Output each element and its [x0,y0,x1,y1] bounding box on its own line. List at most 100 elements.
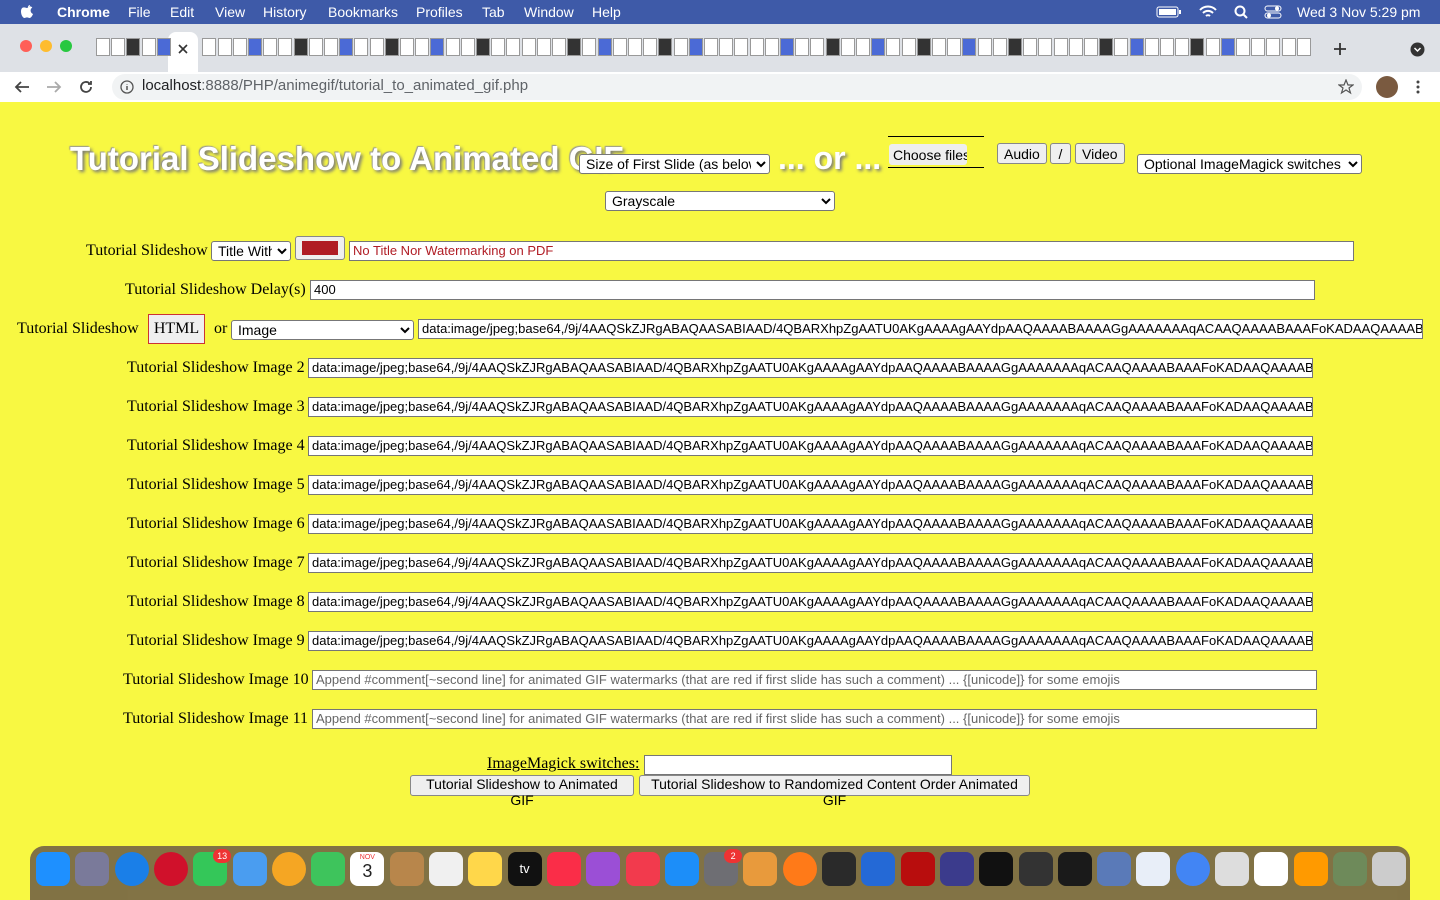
more-menu-icon[interactable] [1414,79,1422,95]
tab-favicon[interactable] [1251,38,1265,56]
news-icon[interactable] [625,852,660,886]
gimp-icon[interactable] [1018,852,1053,886]
tab-favicon[interactable] [294,38,308,56]
tab-favicon[interactable] [111,38,125,56]
wifi-icon[interactable] [1199,5,1217,19]
info-icon[interactable] [120,80,134,94]
tab-favicon[interactable] [1190,38,1204,56]
tab-favicon[interactable] [567,38,581,56]
tab-favicon[interactable] [1054,38,1068,56]
tab-active[interactable] [168,32,198,72]
chrome-icon[interactable] [1175,852,1210,886]
tab-favicon[interactable] [582,38,596,56]
messages-icon[interactable]: 13 [193,849,232,886]
image-row-input[interactable]: data:image/jpeg;base64,/9j/4AAQSkZJRgABA… [308,553,1313,573]
textedit-icon[interactable] [1215,852,1249,886]
menu-profiles[interactable]: Profiles [416,4,463,20]
tab-favicon[interactable] [932,38,946,56]
tab-favicon[interactable] [1206,38,1220,56]
paint-icon[interactable] [743,852,778,886]
tab-favicon[interactable] [324,38,338,56]
battery-icon[interactable] [1156,5,1182,19]
tab-favicon[interactable] [1175,38,1189,56]
tab-favicon[interactable] [1145,38,1159,56]
size-select[interactable]: Size of First Slide (as below) [579,154,770,174]
tab-favicon[interactable] [1297,38,1311,56]
gimp-small-icon[interactable] [1332,852,1367,886]
bbedit-icon[interactable] [939,852,974,886]
trash-icon[interactable] [1372,852,1407,886]
menu-bookmarks[interactable]: Bookmarks [328,4,398,20]
tab-favicon[interactable] [810,38,824,56]
tab-favicon[interactable] [750,38,764,56]
zoom-window-button[interactable] [60,40,72,52]
tab-favicon[interactable] [613,38,627,56]
tab-favicon[interactable] [993,38,1007,56]
image-row-input-empty[interactable]: Append #comment[~second line] for animat… [312,709,1317,729]
calculator-icon[interactable] [822,852,856,886]
firefox-icon[interactable] [782,852,817,886]
imagemagick-switches-select[interactable]: Optional ImageMagick switches ... [1137,154,1362,174]
tab-favicon[interactable] [446,38,460,56]
reminders-icon[interactable] [429,852,463,886]
menu-clock[interactable]: Wed 3 Nov 5:29 pm [1297,4,1420,20]
tab-favicon[interactable] [947,38,961,56]
image-row-input[interactable]: data:image/jpeg;base64,/9j/4AAQSkZJRgABA… [308,514,1313,534]
tab-favicon[interactable] [218,38,232,56]
slash-button[interactable]: / [1050,143,1071,164]
menu-file[interactable]: File [128,4,151,20]
title-text-input[interactable]: No Title Nor Watermarking on PDF [349,241,1354,261]
tab-favicon[interactable] [765,38,779,56]
tab-favicon[interactable] [461,38,475,56]
tab-favicon[interactable] [1282,38,1296,56]
notes-icon[interactable] [468,852,503,886]
tab-favicon[interactable] [430,38,444,56]
tab-favicon[interactable] [1069,38,1083,56]
menu-tab[interactable]: Tab [482,4,505,20]
tab-favicon[interactable] [917,38,931,56]
tab-favicon[interactable] [339,38,353,56]
tab-favicon[interactable] [522,38,536,56]
finder-icon[interactable] [36,852,70,886]
tab-favicon[interactable] [491,38,505,56]
tab-search-icon[interactable] [1410,42,1425,57]
tab-favicon[interactable] [309,38,323,56]
minimize-window-button[interactable] [40,40,52,52]
tab-favicon[interactable] [370,38,384,56]
tab-favicon[interactable] [902,38,916,56]
profile-avatar[interactable] [1376,76,1398,98]
tab-favicon[interactable] [1221,38,1235,56]
tab-favicon[interactable] [780,38,794,56]
tab-favicon[interactable] [537,38,551,56]
contacts-icon[interactable] [389,852,424,886]
image-row-input[interactable]: data:image/jpeg;base64,/9j/4AAQSkZJRgABA… [308,397,1313,417]
tab-favicon[interactable] [552,38,566,56]
tab-favicon[interactable] [704,38,718,56]
photos-icon[interactable] [271,852,306,886]
menu-help[interactable]: Help [592,4,621,20]
image-row-input[interactable]: data:image/jpeg;base64,/9j/4AAQSkZJRgABA… [308,631,1313,651]
video-button[interactable]: Video [1075,143,1125,164]
tab-favicon[interactable] [978,38,992,56]
tab-favicon[interactable] [598,38,612,56]
choose-files-button[interactable]: Choose files [889,144,967,165]
tab-favicon[interactable] [233,38,247,56]
tab-favicon[interactable] [841,38,855,56]
tab-favicon[interactable] [1130,38,1144,56]
tab-favicon[interactable] [202,38,216,56]
bookmark-star-icon[interactable] [1338,79,1354,95]
mobile-icon[interactable] [1136,852,1171,886]
image-row-input-empty[interactable]: Append #comment[~second line] for animat… [312,670,1317,690]
xcode-icon[interactable] [861,852,896,886]
delay-input[interactable]: 400 [310,280,1315,300]
tab-favicon[interactable] [658,38,672,56]
tab-favicon[interactable] [1023,38,1037,56]
menu-edit[interactable]: Edit [170,4,194,20]
image-row-input[interactable]: data:image/jpeg;base64,/9j/4AAQSkZJRgABA… [308,358,1313,378]
tab-favicon[interactable] [856,38,870,56]
html-button[interactable]: HTML [148,314,205,344]
effect-select[interactable]: Grayscale [605,191,835,211]
image-row-input[interactable]: data:image/jpeg;base64,/9j/4AAQSkZJRgABA… [308,592,1313,612]
tab-favicon[interactable] [354,38,368,56]
image-row-input[interactable]: data:image/jpeg;base64,/9j/4AAQSkZJRgABA… [308,475,1313,495]
